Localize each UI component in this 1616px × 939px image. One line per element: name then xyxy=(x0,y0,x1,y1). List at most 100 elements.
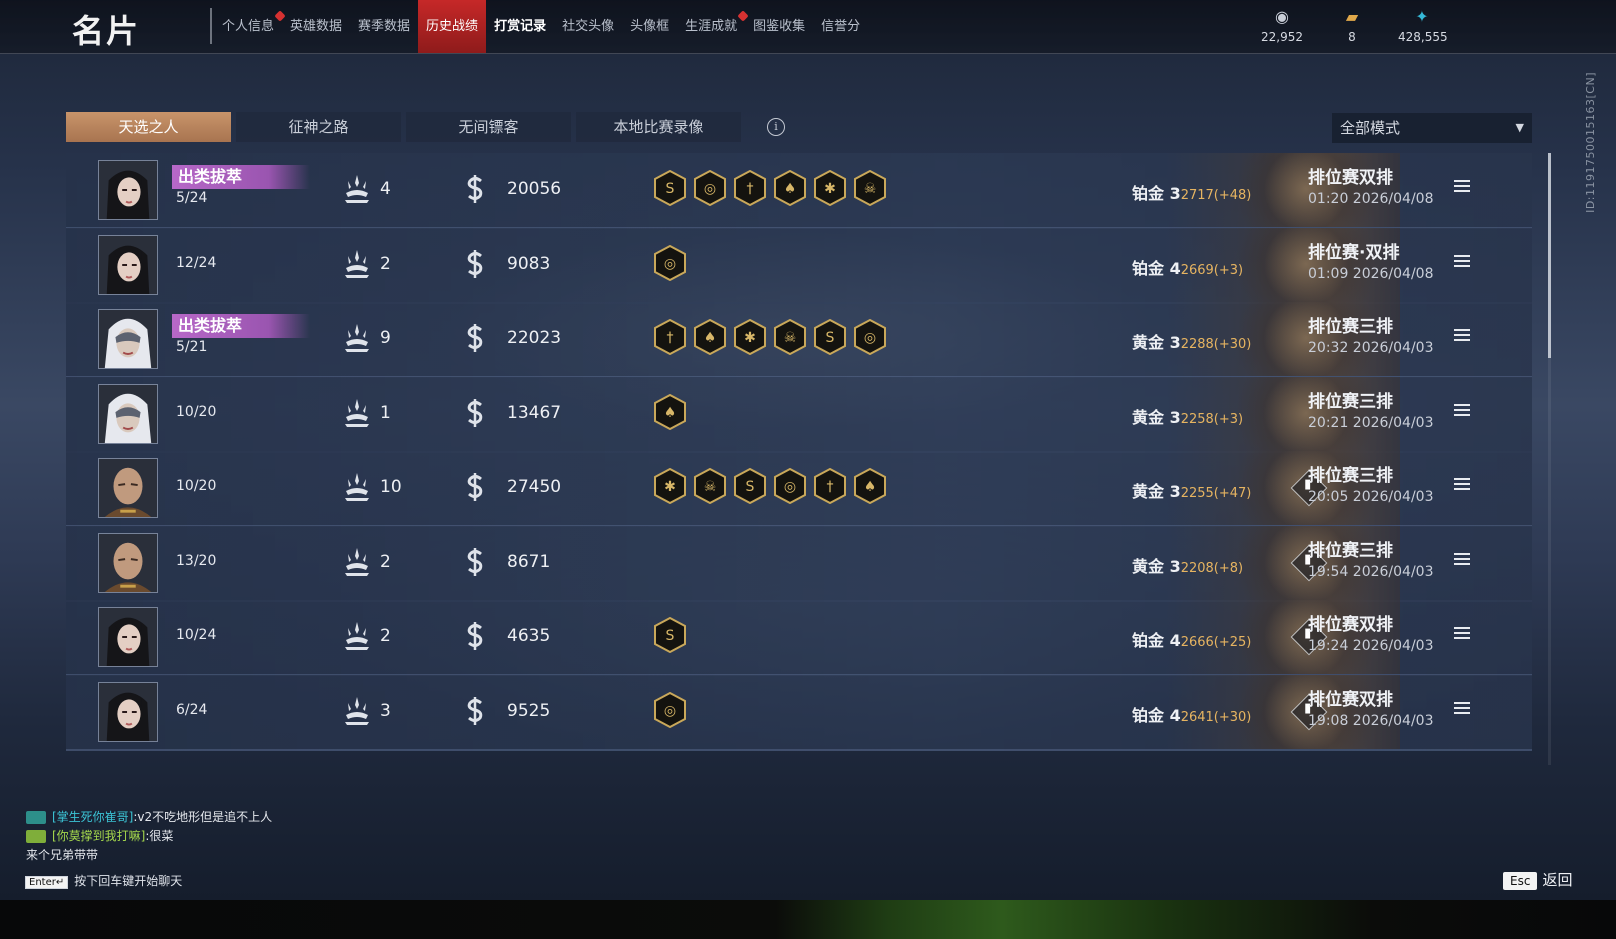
achievement-badge-icon[interactable]: ◎ xyxy=(774,467,806,505)
crown-kills-icon xyxy=(342,695,372,727)
tab-zhengshen[interactable]: 征神之路 xyxy=(236,112,401,142)
nav-tab[interactable]: 社交头像 xyxy=(554,0,622,53)
avatar-female-dark-hair[interactable] xyxy=(98,234,158,295)
nav-tab[interactable]: 头像框 xyxy=(622,0,677,53)
achievement-badge-icon[interactable]: S xyxy=(654,616,686,654)
tab-tianxuan[interactable]: 天选之人 xyxy=(66,112,231,142)
scrollbar-thumb[interactable] xyxy=(1548,153,1551,358)
achievement-badge-icon[interactable]: † xyxy=(734,169,766,207)
match-time: 01:20 2026/04/08 xyxy=(1308,191,1434,207)
list-menu-icon[interactable] xyxy=(1454,329,1470,343)
achievement-badge-icon[interactable]: ◎ xyxy=(654,244,686,281)
match-mode: 排位赛双排 xyxy=(1308,689,1393,710)
avatar-female-masked[interactable] xyxy=(98,383,158,444)
nav-tab[interactable]: 英雄数据 xyxy=(282,0,350,53)
achievement-badge-icon[interactable]: ◎ xyxy=(654,691,686,728)
match-row[interactable]: 6/24 3 9525 ◎ 铂金 42641(+30) ▮ 排位赛双排 19:08 2026/… xyxy=(66,674,1532,751)
achievement-badge-icon[interactable]: ◎ xyxy=(694,169,726,207)
achievement-badge-icon[interactable]: ☠ xyxy=(774,318,806,356)
match-mode: 排位赛三排 xyxy=(1308,391,1393,412)
nav-tab[interactable]: 生涯成就 xyxy=(677,0,749,53)
nav-tab[interactable]: 历史战绩 xyxy=(418,0,487,53)
match-mode: 排位赛三排 xyxy=(1308,540,1393,561)
rank-label: 黄金 32255(+47) xyxy=(1132,478,1251,502)
tab-local-replay[interactable]: 本地比赛录像 xyxy=(576,112,741,142)
nav-tab[interactable]: 打赏记录 xyxy=(486,0,554,53)
mode-filter-value: 全部模式 xyxy=(1340,119,1401,137)
achievement-badge-icon[interactable]: ✱ xyxy=(734,318,766,356)
score-icon xyxy=(464,471,486,503)
nav-tab[interactable]: 信誉分 xyxy=(813,0,868,53)
nav-tab[interactable]: 个人信息 xyxy=(214,0,286,53)
list-menu-icon[interactable] xyxy=(1454,627,1470,641)
avatar-male-bald[interactable] xyxy=(98,458,158,518)
rank-points: 2208(+8) xyxy=(1180,560,1244,576)
mvp-tag: 出类拔萃 xyxy=(172,165,310,189)
chat-sender[interactable]: [掌生死你崔哥] xyxy=(52,810,133,824)
svg-text:◎: ◎ xyxy=(664,256,676,272)
nav-tab[interactable]: 图鉴收集 xyxy=(745,0,813,53)
avatar-female-dark-hair[interactable] xyxy=(98,160,158,220)
achievement-badge-icon[interactable]: ☠ xyxy=(854,169,886,207)
achievement-badge-icon[interactable]: ☠ xyxy=(694,467,726,505)
achievement-badge-icon[interactable]: † xyxy=(654,318,686,356)
info-icon[interactable]: i xyxy=(767,118,785,136)
svg-text:◎: ◎ xyxy=(664,703,676,719)
chat-message: [掌生死你崔哥]:v2不吃地形但是追不上人 xyxy=(26,808,272,827)
rank-points: 2666(+25) xyxy=(1180,635,1252,650)
avatar-female-masked[interactable] xyxy=(98,309,158,369)
achievement-badges: ◎ xyxy=(654,691,686,728)
match-time: 20:05 2026/04/03 xyxy=(1308,489,1434,505)
chat-hint-text: 按下回车键开始聊天 xyxy=(74,874,183,888)
list-menu-icon[interactable] xyxy=(1454,180,1470,194)
match-mode: 排位赛双排 xyxy=(1308,615,1393,635)
match-row[interactable]: 10/20 10 27450 ✱ ☠ S ◎ † ♠ 黄金 32255(+47) ▮ 排位赛三排 20:… xyxy=(66,451,1532,527)
tab-wujian[interactable]: 无间镖客 xyxy=(406,112,571,142)
svg-text:S: S xyxy=(666,628,675,644)
rank-label: 铂金 42666(+25) xyxy=(1132,627,1251,651)
achievement-badge-icon[interactable]: † xyxy=(814,467,846,505)
achievement-badge-icon[interactable]: ♠ xyxy=(654,393,686,430)
back-button[interactable]: Esc 返回 xyxy=(1503,869,1572,890)
svg-text:◎: ◎ xyxy=(784,479,796,495)
achievement-badge-icon[interactable]: S xyxy=(654,169,686,207)
match-row[interactable]: 出类拔萃 5/24 4 20056 S ◎ † ♠ ✱ ☠ 铂金 32717(+48) 排位赛双排 01… xyxy=(66,153,1532,229)
player-id: ID:1191750015163[CN] xyxy=(1584,72,1597,213)
chat-sender[interactable]: [你莫撑到我打嘛] xyxy=(52,829,145,843)
achievement-badge-icon[interactable]: ♠ xyxy=(774,169,806,207)
achievement-badge-icon[interactable]: ♠ xyxy=(694,318,726,356)
match-row[interactable]: 10/24 2 4635 S 铂金 42666(+25) ▮ 排位赛双排 19:24 2026… xyxy=(66,600,1532,676)
bottom-strip xyxy=(0,900,1616,939)
kills-value: 4 xyxy=(380,179,391,199)
avatar-female-dark-hair[interactable] xyxy=(98,607,158,667)
currency-item: ▰ 8 xyxy=(1328,8,1376,45)
avatar-female-dark-hair[interactable] xyxy=(98,681,158,742)
nav-tab[interactable]: 赛季数据 xyxy=(350,0,418,53)
coin-stack-icon: ◉ xyxy=(1275,7,1289,26)
achievement-badge-icon[interactable]: S xyxy=(734,467,766,505)
match-row[interactable]: 13/20 2 8671 黄金 32208(+8) ▮ 排位赛三排 19:54 2026/0… xyxy=(66,525,1532,602)
achievement-badge-icon[interactable]: ✱ xyxy=(814,169,846,207)
list-menu-icon[interactable] xyxy=(1454,478,1470,492)
achievement-badge-icon[interactable]: S xyxy=(814,318,846,356)
mode-filter-select[interactable]: 全部模式 ▼ xyxy=(1332,113,1532,143)
rank-tier: 黄金 3 xyxy=(1132,556,1181,576)
avatar-male-bald[interactable] xyxy=(98,532,158,593)
currency-value: 8 xyxy=(1348,30,1356,44)
achievement-badge-icon[interactable]: ◎ xyxy=(854,318,886,356)
match-row[interactable]: 10/20 1 13467 ♠ 黄金 32258(+3) 排位赛三排 20:21 2026/… xyxy=(66,376,1532,453)
list-menu-icon[interactable] xyxy=(1454,701,1470,716)
chat-log: [掌生死你崔哥]:v2不吃地形但是追不上人 [你莫撑到我打嘛]:很菜 来个兄弟带带 xyxy=(26,808,272,865)
match-row[interactable]: 出类拔萃 5/21 9 22023 † ♠ ✱ ☠ S ◎ 黄金 32288(+30) 排位赛三排 20… xyxy=(66,302,1532,378)
list-menu-icon[interactable] xyxy=(1454,552,1470,567)
chat-text: :v2不吃地形但是追不上人 xyxy=(133,810,273,824)
achievement-badge-icon[interactable]: ✱ xyxy=(654,467,686,505)
list-menu-icon[interactable] xyxy=(1454,403,1470,418)
chat-hint: Enter↵ 按下回车键开始聊天 xyxy=(25,872,182,889)
kda-value: 10/20 xyxy=(176,403,217,420)
list-menu-icon[interactable] xyxy=(1454,254,1470,269)
rank-label: 铂金 42641(+30) xyxy=(1132,702,1251,726)
match-row[interactable]: 12/24 2 9083 ◎ 铂金 42669(+3) 排位赛·双排 01:09 2026/… xyxy=(66,227,1532,304)
rank-tier: 铂金 4 xyxy=(1132,258,1181,278)
achievement-badge-icon[interactable]: ♠ xyxy=(854,467,886,505)
